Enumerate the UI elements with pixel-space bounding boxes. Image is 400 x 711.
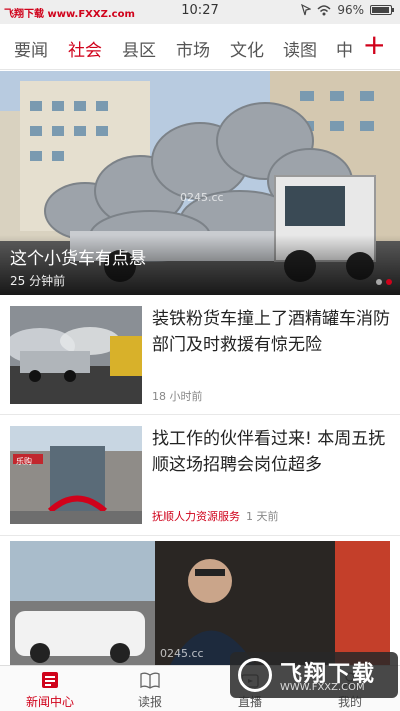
location-icon	[301, 4, 312, 16]
article-thumbnail	[10, 306, 142, 404]
article-title: 找工作的伙伴看过来! 本周五抚顺这场招聘会岗位超多	[152, 429, 386, 475]
status-bar: 飞翔下载 www.FXXZ.com 10:27 96%	[0, 0, 400, 24]
article-item[interactable]: 乐购 找工作的伙伴看过来! 本周五抚顺这场招聘会岗位超多 抚顺人力资源服务 1 天…	[0, 416, 400, 536]
carousel-dots	[376, 279, 392, 285]
newspaper-icon	[42, 672, 58, 688]
video-article-item[interactable]: 0245.cc	[0, 537, 400, 665]
nav-read-paper[interactable]: 读报	[100, 666, 200, 711]
image-watermark: 0245.cc	[180, 191, 224, 204]
article-time: 18 小时前	[152, 390, 203, 403]
site-watermark-overlay: 飞翔下载 WWW.FXXZ.COM	[230, 652, 398, 698]
watermark-logo-icon	[238, 658, 272, 692]
carousel-dot-active[interactable]	[386, 279, 392, 285]
image-watermark: 0245.cc	[160, 647, 204, 660]
tab-dutu[interactable]: 读图	[283, 36, 317, 61]
hero-title: 这个小货车有点悬	[10, 249, 146, 269]
carousel-dot[interactable]	[376, 279, 382, 285]
open-book-icon	[140, 672, 160, 689]
tab-xianqu[interactable]: 县区	[122, 36, 156, 61]
tab-wenhua[interactable]: 文化	[230, 36, 264, 61]
tab-yaowen[interactable]: 要闻	[14, 36, 48, 61]
tab-shehui[interactable]: 社会	[68, 36, 102, 61]
battery-percent: 96%	[337, 3, 364, 17]
add-channel-button[interactable]: +	[363, 31, 386, 59]
tab-zhong[interactable]: 中	[336, 36, 353, 61]
wifi-icon	[317, 4, 331, 15]
thumbnail-sign: 乐购	[16, 457, 32, 466]
article-meta: 抚顺人力资源服务 1 天前	[152, 508, 279, 524]
article-thumbnail	[10, 426, 142, 524]
channel-tab-bar: 要闻 社会 县区 市场 文化 读图 中 +	[0, 24, 400, 70]
article-title: 装铁粉货车撞上了酒精罐车消防部门及时救援有惊无险	[152, 309, 390, 355]
hero-banner[interactable]: 0245.cc 这个小货车有点悬 25 分钟前	[0, 71, 400, 295]
nav-label: 读报	[137, 695, 162, 709]
battery-icon	[370, 5, 394, 15]
watermark-url: WWW.FXXZ.COM	[280, 682, 365, 693]
article-item[interactable]: 装铁粉货车撞上了酒精罐车消防部门及时救援有惊无险 18 小时前	[0, 296, 400, 415]
hero-time: 25 分钟前	[10, 274, 66, 288]
tab-shichang[interactable]: 市场	[176, 36, 210, 61]
article-source: 抚顺人力资源服务	[152, 510, 240, 523]
nav-label: 新闻中心	[25, 695, 74, 709]
status-icons: 96%	[301, 3, 394, 17]
nav-news-center[interactable]: 新闻中心	[0, 666, 100, 711]
article-time: 1 天前	[246, 510, 279, 523]
